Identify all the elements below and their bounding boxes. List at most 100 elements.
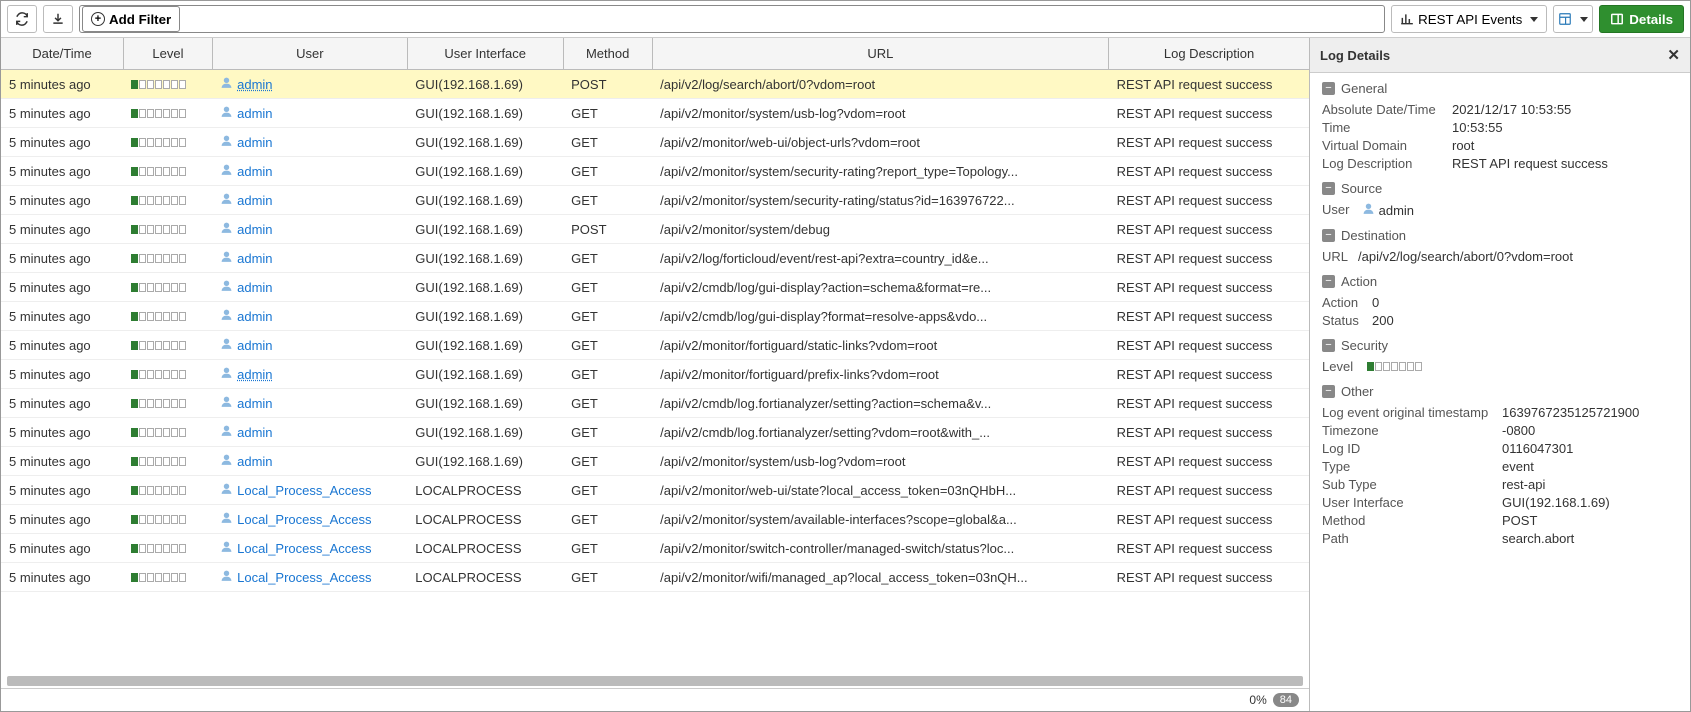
column-datetime[interactable]: Date/Time [1, 38, 123, 70]
detail-row: MethodPOST [1322, 513, 1678, 528]
cell-level [123, 128, 212, 157]
section-header[interactable]: −Source [1322, 181, 1678, 196]
table-row[interactable]: 5 minutes ago adminGUI(192.168.1.69)GET/… [1, 302, 1309, 331]
section-header[interactable]: −Other [1322, 384, 1678, 399]
collapse-icon[interactable]: − [1322, 339, 1335, 352]
filter-bar[interactable]: + Add Filter [79, 5, 1385, 33]
chevron-down-icon [1576, 12, 1588, 27]
collapse-icon[interactable]: − [1322, 385, 1335, 398]
cell-method: POST [563, 70, 652, 99]
user-link[interactable]: admin [237, 77, 272, 92]
layout-dropdown[interactable] [1553, 5, 1593, 33]
table-row[interactable]: 5 minutes ago adminGUI(192.168.1.69)POST… [1, 215, 1309, 244]
cell-level [123, 534, 212, 563]
cell-url: /api/v2/monitor/fortiguard/static-links?… [652, 331, 1108, 360]
cell-method: GET [563, 505, 652, 534]
user-icon [220, 134, 233, 147]
detail-label: Type [1322, 459, 1502, 474]
cell-url: /api/v2/cmdb/log.fortianalyzer/setting?v… [652, 418, 1108, 447]
cell-url: /api/v2/monitor/switch-controller/manage… [652, 534, 1108, 563]
cell-level [123, 389, 212, 418]
cell-method: GET [563, 99, 652, 128]
section-title: General [1341, 81, 1387, 96]
close-icon[interactable]: ✕ [1667, 46, 1680, 64]
table-row[interactable]: 5 minutes ago adminGUI(192.168.1.69)GET/… [1, 331, 1309, 360]
cell-datetime: 5 minutes ago [1, 360, 123, 389]
user-text: admin [237, 222, 272, 237]
cell-datetime: 5 minutes ago [1, 215, 123, 244]
details-button[interactable]: Details [1599, 5, 1684, 33]
table-row[interactable]: 5 minutes ago adminGUI(192.168.1.69)GET/… [1, 273, 1309, 302]
table-row[interactable]: 5 minutes ago adminGUI(192.168.1.69)GET/… [1, 128, 1309, 157]
table-row[interactable]: 5 minutes ago adminGUI(192.168.1.69)GET/… [1, 99, 1309, 128]
section-header[interactable]: −General [1322, 81, 1678, 96]
table-row[interactable]: 5 minutes ago adminGUI(192.168.1.69)GET/… [1, 157, 1309, 186]
user-icon [220, 540, 233, 553]
table-row[interactable]: 5 minutes ago Local_Process_AccessLOCALP… [1, 563, 1309, 592]
collapse-icon[interactable]: − [1322, 229, 1335, 242]
detail-label: Timezone [1322, 423, 1502, 438]
collapse-icon[interactable]: − [1322, 182, 1335, 195]
detail-row: Log ID0116047301 [1322, 441, 1678, 456]
download-button[interactable] [43, 5, 73, 33]
refresh-button[interactable] [7, 5, 37, 33]
level-indicator [131, 341, 186, 350]
cell-datetime: 5 minutes ago [1, 128, 123, 157]
section-header[interactable]: −Destination [1322, 228, 1678, 243]
table-row[interactable]: 5 minutes ago adminGUI(192.168.1.69)GET/… [1, 418, 1309, 447]
table-row[interactable]: 5 minutes ago adminGUI(192.168.1.69)GET/… [1, 389, 1309, 418]
cell-ui: GUI(192.168.1.69) [407, 70, 563, 99]
user-link[interactable]: admin [237, 367, 272, 382]
cell-method: GET [563, 534, 652, 563]
detail-row: Level [1322, 359, 1678, 374]
detail-label: Log ID [1322, 441, 1502, 456]
column-ui[interactable]: User Interface [407, 38, 563, 70]
status-footer: 0% 84 [1, 688, 1309, 711]
cell-ui: GUI(192.168.1.69) [407, 389, 563, 418]
cell-method: GET [563, 360, 652, 389]
cell-level [123, 70, 212, 99]
table-row[interactable]: 5 minutes ago adminGUI(192.168.1.69)GET/… [1, 186, 1309, 215]
detail-label: Log event original timestamp [1322, 405, 1502, 420]
detail-label: Action [1322, 295, 1372, 310]
table-row[interactable]: 5 minutes ago adminGUI(192.168.1.69)GET/… [1, 360, 1309, 389]
details-title: Log Details [1320, 48, 1390, 63]
add-filter-button[interactable]: + Add Filter [82, 6, 180, 32]
section-other: −Other Log event original timestamp163976… [1322, 384, 1678, 546]
table-row[interactable]: 5 minutes ago adminGUI(192.168.1.69)GET/… [1, 447, 1309, 476]
section-header[interactable]: −Security [1322, 338, 1678, 353]
cell-ui: GUI(192.168.1.69) [407, 186, 563, 215]
cell-method: GET [563, 389, 652, 418]
cell-url: /api/v2/monitor/system/available-interfa… [652, 505, 1108, 534]
table-row[interactable]: 5 minutes ago Local_Process_AccessLOCALP… [1, 534, 1309, 563]
section-title: Destination [1341, 228, 1406, 243]
section-header[interactable]: −Action [1322, 274, 1678, 289]
cell-level [123, 360, 212, 389]
cell-user: admin [212, 331, 407, 360]
table-row[interactable]: 5 minutes ago adminGUI(192.168.1.69)GET/… [1, 244, 1309, 273]
cell-method: GET [563, 447, 652, 476]
cell-desc: REST API request success [1109, 302, 1309, 331]
collapse-icon[interactable]: − [1322, 82, 1335, 95]
cell-desc: REST API request success [1109, 331, 1309, 360]
detail-row: Log event original timestamp163976723512… [1322, 405, 1678, 420]
column-method[interactable]: Method [563, 38, 652, 70]
cell-datetime: 5 minutes ago [1, 389, 123, 418]
cell-method: GET [563, 331, 652, 360]
cell-level [123, 476, 212, 505]
user-text: admin [237, 280, 272, 295]
events-dropdown[interactable]: REST API Events [1391, 5, 1547, 33]
column-url[interactable]: URL [652, 38, 1108, 70]
column-desc[interactable]: Log Description [1109, 38, 1309, 70]
table-row[interactable]: 5 minutes ago adminGUI(192.168.1.69)POST… [1, 70, 1309, 99]
column-level[interactable]: Level [123, 38, 212, 70]
cell-method: GET [563, 418, 652, 447]
collapse-icon[interactable]: − [1322, 275, 1335, 288]
cell-ui: GUI(192.168.1.69) [407, 447, 563, 476]
column-user[interactable]: User [212, 38, 407, 70]
table-row[interactable]: 5 minutes ago Local_Process_AccessLOCALP… [1, 505, 1309, 534]
cell-method: GET [563, 476, 652, 505]
detail-row: Time10:53:55 [1322, 120, 1678, 135]
table-row[interactable]: 5 minutes ago Local_Process_AccessLOCALP… [1, 476, 1309, 505]
horizontal-scrollbar[interactable] [7, 676, 1303, 686]
